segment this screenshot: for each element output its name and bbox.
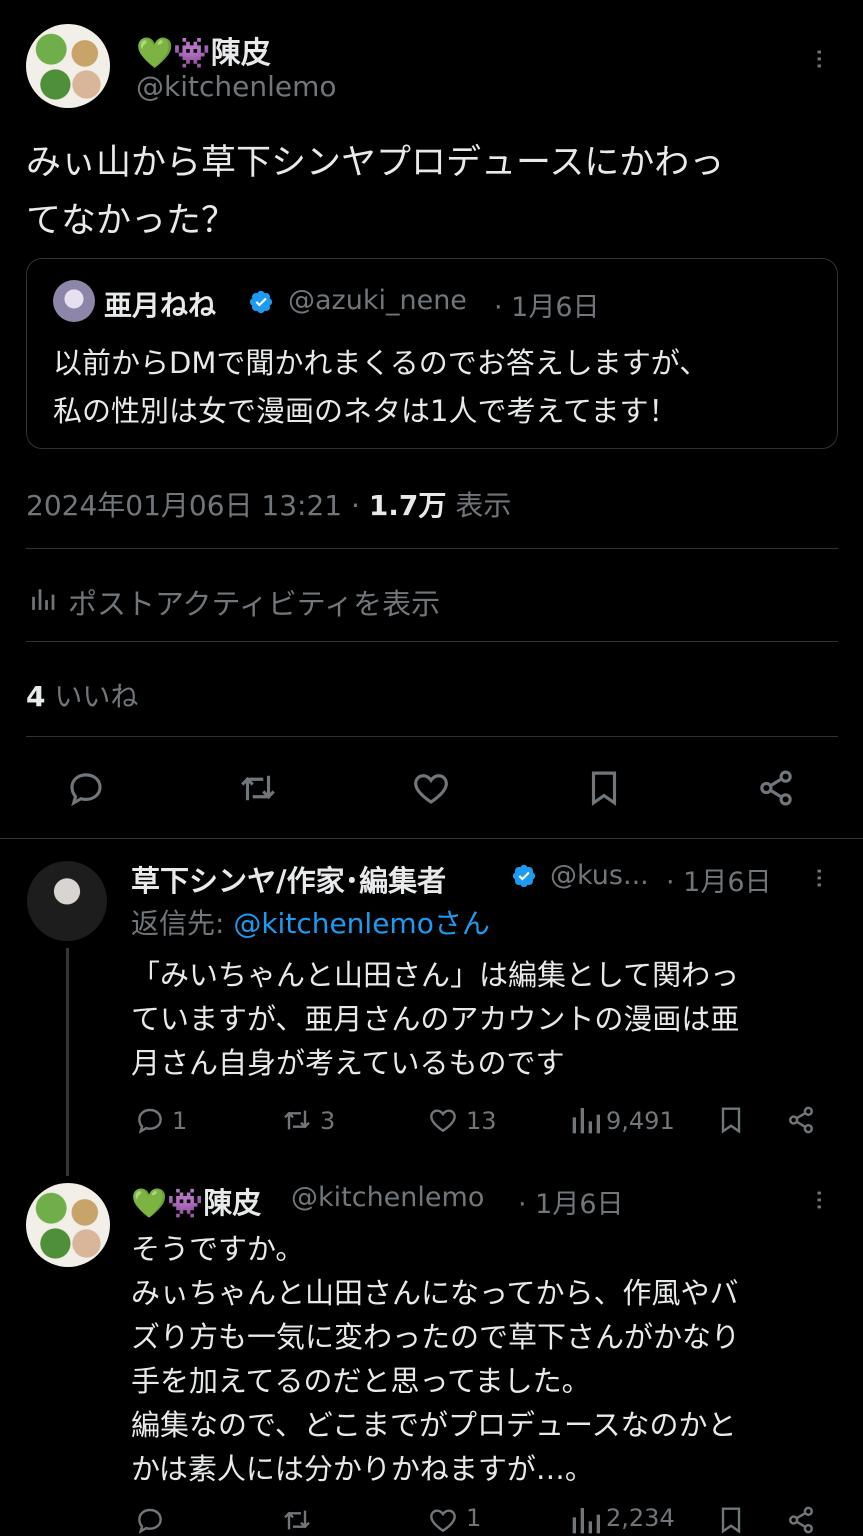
reply-to-handle[interactable]: @kitchenlemoさん [233, 907, 490, 940]
reply1-text-line2: ていますが、亜月さんのアカウントの漫画は亜 [131, 1002, 740, 1036]
reply1-like-count: 13 [466, 1107, 497, 1135]
reply-icon[interactable] [134, 1504, 166, 1536]
reply2-author-name[interactable]: 💚👾陳皮 [131, 1180, 261, 1222]
quote-date: · 1月6日 [494, 292, 600, 323]
reply1-reply-count: 1 [172, 1107, 188, 1135]
retweet-icon[interactable] [237, 767, 279, 809]
views-count: 1.7万 [368, 489, 447, 522]
reply1-avatar[interactable] [27, 861, 107, 941]
reply2-text-line6: かは素人には分かりかねますが…。 [131, 1452, 594, 1486]
bookmark-icon[interactable] [715, 1104, 747, 1136]
reply1-handle[interactable]: @kus... [550, 860, 649, 891]
reply1-author-name[interactable]: 草下シンヤ/作家･編集者 [131, 858, 446, 900]
views-icon[interactable] [570, 1104, 602, 1136]
reply2-text-line5: 編集なので、どこまでがプロデュースなのかと [131, 1408, 737, 1442]
author-handle[interactable]: @kitchenlemo [136, 70, 337, 103]
reply2-text-line3: ズり方も一気に変わったので草下さんがかなり [131, 1320, 741, 1354]
divider [26, 641, 838, 642]
likes-summary[interactable]: 4 いいね [26, 675, 138, 715]
author-name[interactable]: 💚👾陳皮 [136, 28, 271, 72]
thread-line [66, 948, 69, 1176]
views-icon [32, 589, 55, 610]
reply1-retweet-count: 3 [320, 1107, 336, 1135]
reply-icon[interactable] [65, 767, 107, 809]
share-icon[interactable] [755, 767, 797, 809]
divider [26, 736, 838, 737]
share-icon[interactable] [785, 1104, 817, 1136]
reply1-date[interactable]: · 1月6日 [666, 860, 772, 899]
quote-handle: @azuki_nene [288, 285, 467, 316]
reply-icon[interactable] [134, 1104, 166, 1136]
likes-count: 4 [26, 680, 46, 713]
share-icon[interactable] [785, 1504, 817, 1536]
divider [26, 548, 838, 549]
reply2-text-line4: 手を加えてるのだと思ってました。 [131, 1364, 591, 1398]
reply1-reply-to: 返信先: @kitchenlemoさん [131, 902, 490, 942]
retweet-icon[interactable] [281, 1504, 313, 1536]
reply2-text-line2: みぃちゃんと山田さんになってから、作風やバ [131, 1276, 739, 1310]
reply-to-prefix: 返信先: [131, 907, 234, 940]
post-timestamp[interactable]: 2024年01月06日 13:21 · [26, 489, 369, 522]
views-icon[interactable] [570, 1504, 602, 1536]
quote-text-line2: 私の性別は女で漫画のネタは1人で考えてます！ [53, 394, 678, 428]
more-icon[interactable]: ··· [802, 48, 835, 69]
reply1-text-line3: 月さん自身が考えているものです [131, 1046, 565, 1080]
bookmark-icon[interactable] [715, 1504, 747, 1536]
quote-text-line1: 以前からDMで聞かれまくるのでお答えしますが、 [53, 346, 709, 380]
retweet-icon[interactable] [281, 1104, 313, 1136]
reply2-date[interactable]: · 1月6日 [518, 1182, 624, 1221]
post-meta: 2024年01月06日 13:21 · 1.7万 表示 [26, 484, 511, 524]
reply2-avatar[interactable] [26, 1183, 110, 1267]
divider [0, 838, 863, 839]
post-activity-link[interactable]: ポストアクティビティを表示 [68, 581, 440, 623]
verified-icon [512, 864, 536, 888]
like-icon[interactable] [427, 1104, 459, 1136]
bookmark-icon[interactable] [583, 767, 625, 809]
like-icon[interactable] [427, 1504, 459, 1536]
post-text-line1: みぃ山から草下シンヤプロデュースにかわっ [26, 143, 725, 183]
reply2-text-line1: そうですか。 [131, 1232, 305, 1266]
reply1-view-count: 9,491 [606, 1107, 675, 1135]
post-text-line2: てなかった？ [26, 201, 237, 241]
views-label: 表示 [446, 489, 512, 522]
more-icon[interactable]: ··· [802, 867, 835, 888]
reply1-text-line1: 「みいちゃんと山田さん」は編集として関わっ [131, 958, 740, 992]
like-icon[interactable] [410, 767, 452, 809]
verified-icon [249, 290, 273, 314]
quote-avatar [53, 280, 95, 322]
reply2-handle[interactable]: @kitchenlemo [291, 1182, 484, 1213]
quote-author-name: 亜月ねね [104, 289, 217, 322]
author-avatar[interactable] [26, 24, 110, 108]
likes-label: いいね [45, 680, 139, 713]
more-icon[interactable]: ··· [802, 1189, 835, 1210]
